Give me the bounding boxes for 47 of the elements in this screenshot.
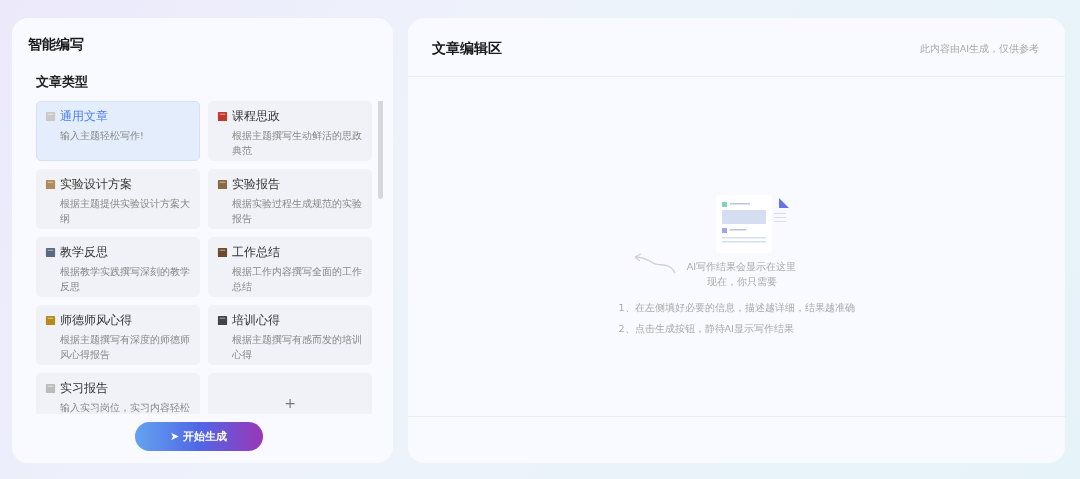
- article-type-card[interactable]: 实验设计方案 根据主题提供实验设计方案大纲: [36, 169, 200, 229]
- ai-notice: 此内容由AI生成，仅供参考: [919, 42, 1039, 56]
- book-icon: [45, 315, 56, 326]
- instruction-step: 2、点击生成按钮，静待AI显示写作结果: [618, 318, 855, 339]
- card-title: 培训心得: [232, 313, 280, 328]
- card-description: 根据主题撰写生动鲜活的思政典范: [232, 129, 363, 158]
- card-title: 师德师风心得: [60, 313, 132, 328]
- card-title: 通用文章: [60, 109, 108, 124]
- generate-button[interactable]: ➤ 开始生成: [134, 422, 263, 451]
- add-type-card[interactable]: +: [208, 373, 372, 414]
- card-description: 根据主题撰写有感而发的培训心得: [232, 333, 363, 362]
- book-icon: [217, 315, 228, 326]
- article-type-card[interactable]: 教学反思 根据教学实践撰写深刻的教学反思: [36, 237, 200, 297]
- section-title: 文章类型: [36, 74, 89, 91]
- card-description: 根据工作内容撰写全面的工作总结: [232, 265, 363, 294]
- article-type-card[interactable]: 师德师风心得 根据主题撰写有深度的师德师风心得报告: [36, 305, 200, 365]
- panel-title: 智能编写: [28, 36, 85, 54]
- card-description: 根据主题提供实验设计方案大纲: [60, 197, 191, 226]
- card-title: 工作总结: [232, 245, 280, 260]
- book-icon: [45, 247, 56, 258]
- book-icon: [45, 179, 56, 190]
- card-description: 根据实验过程生成规范的实验报告: [232, 197, 363, 226]
- card-title: 实习报告: [60, 381, 108, 396]
- card-title: 课程思政: [232, 109, 280, 124]
- book-icon: [217, 247, 228, 258]
- scrollbar[interactable]: [378, 101, 383, 199]
- article-type-card[interactable]: 实习报告 输入实习岗位，实习内容轻松: [36, 373, 200, 414]
- card-description: 输入主题轻松写作!: [60, 129, 145, 143]
- card-title: 实验报告: [232, 177, 280, 192]
- article-type-card[interactable]: 课程思政 根据主题撰写生动鲜活的思政典范: [208, 101, 372, 161]
- card-title: 教学反思: [60, 245, 108, 260]
- book-icon: [217, 179, 228, 190]
- book-icon: [45, 111, 56, 122]
- book-icon: [217, 111, 228, 122]
- article-type-card[interactable]: 工作总结 根据工作内容撰写全面的工作总结: [208, 237, 372, 297]
- card-description: 根据教学实践撰写深刻的教学反思: [60, 265, 191, 294]
- card-description: 输入实习岗位，实习内容轻松: [60, 401, 191, 414]
- book-icon: [45, 383, 56, 394]
- article-type-card[interactable]: 实验报告 根据实验过程生成规范的实验报告: [208, 169, 372, 229]
- empty-state-title: AI写作结果会显示在这里: [686, 260, 797, 274]
- panel-title: 文章编辑区: [432, 40, 502, 58]
- empty-state-subtitle: 现在，你只需要: [705, 275, 778, 289]
- article-type-card[interactable]: 培训心得 根据主题撰写有感而发的培训心得: [208, 305, 372, 365]
- card-title: 实验设计方案: [60, 177, 132, 192]
- card-description: 根据主题撰写有深度的师德师风心得报告: [60, 333, 191, 362]
- curved-arrow-icon: [632, 253, 677, 275]
- instruction-step: 1、在左侧填好必要的信息，描述越详细，结果越准确: [618, 297, 855, 318]
